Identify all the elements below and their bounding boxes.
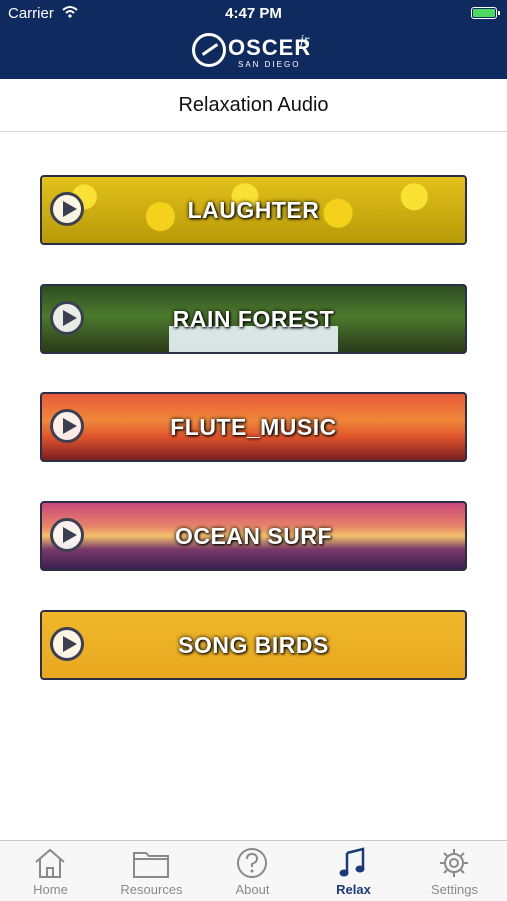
app-logo: OSCER jr SAN DIEGO	[192, 33, 322, 73]
brand-bar: OSCER jr SAN DIEGO	[0, 28, 507, 79]
music-note-icon	[339, 847, 365, 877]
track-label: RAIN FOREST	[172, 306, 335, 332]
track-label: OCEAN SURF	[174, 523, 333, 549]
clock: 4:47 PM	[225, 5, 282, 22]
folder-icon	[133, 852, 169, 878]
question-icon	[237, 848, 267, 878]
logo-tagline: SAN DIEGO	[238, 60, 301, 69]
tab-label: Settings	[431, 882, 478, 897]
logo-wordmark: OSCER	[228, 35, 312, 60]
tab-about[interactable]: About	[202, 841, 303, 901]
logo-mark-icon	[192, 33, 226, 67]
track-label: FLUTE_MUSIC	[170, 414, 337, 440]
tab-label: About	[235, 882, 270, 897]
track-button-ocean-surf[interactable]: OCEAN SURF	[40, 501, 467, 571]
tab-home[interactable]: Home	[0, 841, 101, 901]
page-title: Relaxation Audio	[178, 94, 329, 116]
battery-icon	[471, 7, 500, 19]
tab-relax[interactable]: Relax	[303, 841, 404, 901]
track-button-laughter[interactable]: LAUGHTER	[40, 175, 467, 245]
track-button-flute-music[interactable]: FLUTE_MUSIC	[40, 392, 467, 462]
status-bar: Carrier 4:47 PM	[0, 0, 507, 28]
tab-label: Resources	[120, 882, 183, 897]
logo-suffix: jr	[300, 33, 310, 48]
tab-settings[interactable]: Settings	[404, 841, 505, 901]
home-icon	[35, 848, 65, 878]
track-label: SONG BIRDS	[178, 632, 329, 658]
track-button-rain-forest[interactable]: RAIN FOREST	[40, 284, 467, 354]
page-header: Relaxation Audio	[0, 79, 507, 132]
tab-resources[interactable]: Resources	[101, 841, 202, 901]
tab-bar: Home Resources About Relax Settings	[0, 840, 507, 901]
track-label: LAUGHTER	[187, 197, 320, 223]
track-button-song-birds[interactable]: SONG BIRDS	[40, 610, 467, 680]
gear-icon	[440, 849, 468, 877]
tab-label: Relax	[336, 882, 371, 897]
tab-label: Home	[33, 882, 68, 897]
battery-level	[473, 9, 495, 17]
